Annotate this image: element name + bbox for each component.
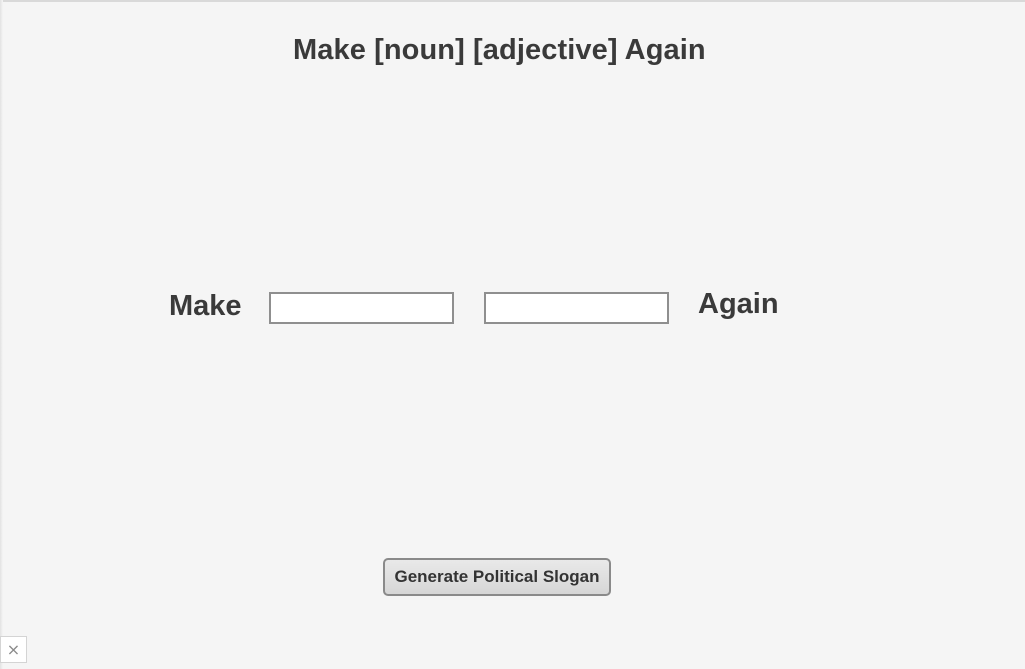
- prefix-word-make: Make: [169, 290, 242, 322]
- close-icon[interactable]: ×: [0, 636, 27, 663]
- generate-slogan-button[interactable]: Generate Political Slogan: [383, 558, 611, 596]
- window-left-edge: [0, 0, 3, 669]
- window-top-edge: [0, 0, 1025, 2]
- suffix-word-again: Again: [698, 288, 779, 320]
- page-title: Make [noun] [adjective] Again: [293, 34, 706, 66]
- adjective-input[interactable]: [484, 292, 669, 324]
- noun-input[interactable]: [269, 292, 454, 324]
